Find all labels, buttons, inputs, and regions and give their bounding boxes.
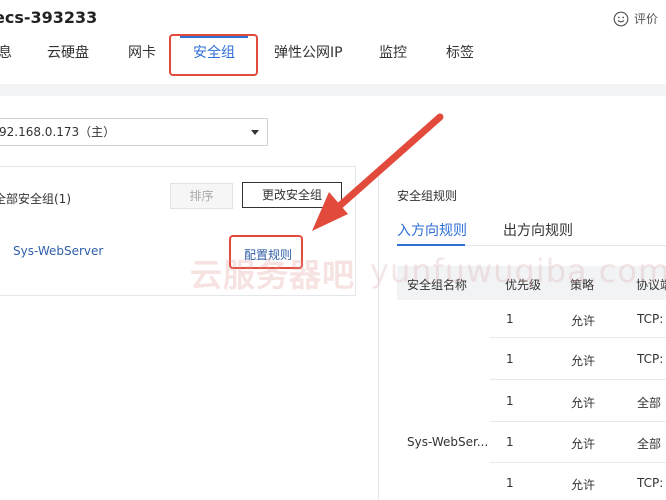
change-security-group-button[interactable]: 更改安全组: [242, 182, 342, 208]
row-priority: 1: [506, 435, 514, 449]
row-divider: [490, 421, 666, 422]
row-policy: 允许: [571, 478, 596, 492]
feedback-button[interactable]: 评价: [613, 10, 658, 27]
nic-select-value: 92.168.0.173（主）: [0, 125, 116, 139]
caret-down-icon: [251, 130, 259, 135]
row-priority: 1: [506, 312, 514, 326]
row-policy: 允许: [571, 437, 596, 451]
all-security-groups-label: 全部安全组(1): [0, 192, 71, 206]
tab-nics[interactable]: 网卡: [128, 36, 156, 72]
row-policy: 允许: [571, 354, 596, 368]
tab-tags[interactable]: 标签: [446, 36, 474, 72]
row-protocol: 全部: [637, 396, 662, 410]
panel-divider: [378, 166, 379, 500]
row-policy: 允许: [571, 396, 596, 410]
row-protocol: 全部: [637, 437, 662, 451]
feedback-label: 评价: [633, 12, 658, 26]
detail-tabs: 息 云硬盘 网卡 安全组 弹性公网IP 监控 标签: [0, 36, 666, 78]
active-rules-tab-indicator: [397, 244, 465, 246]
tab-eip[interactable]: 弹性公网IP: [274, 36, 343, 72]
row-policy: 允许: [571, 314, 596, 328]
tab-disks[interactable]: 云硬盘: [47, 36, 89, 72]
row-priority: 1: [506, 476, 514, 490]
watermark-text: 云服务器吧: [190, 256, 356, 294]
row-protocol: TCP:: [637, 476, 664, 490]
tab-inbound-rules[interactable]: 入方向规则: [397, 220, 467, 240]
page-title: ecs-393233: [0, 8, 98, 27]
sort-button[interactable]: 排序: [170, 183, 233, 209]
section-divider: [0, 84, 666, 96]
rule-group-name: Sys-WebSer...: [407, 435, 489, 449]
row-divider: [490, 462, 666, 463]
tab-basic-info[interactable]: 息: [0, 36, 12, 72]
watermark-url: yunfuwuqiba.com: [370, 252, 666, 290]
security-group-name[interactable]: Sys-WebServer: [13, 244, 103, 258]
row-priority: 1: [506, 352, 514, 366]
tab-monitoring[interactable]: 监控: [379, 36, 407, 72]
rules-title: 安全组规则: [397, 189, 458, 203]
smile-icon: [613, 11, 629, 26]
row-protocol: TCP:: [637, 352, 664, 366]
nic-select[interactable]: 92.168.0.173（主）: [0, 118, 268, 146]
row-divider: [490, 379, 666, 380]
tab-outbound-rules[interactable]: 出方向规则: [503, 220, 573, 240]
row-protocol: TCP:: [637, 312, 664, 326]
tab-highlight-box: [169, 34, 258, 76]
row-divider: [490, 337, 666, 338]
row-priority: 1: [506, 394, 514, 408]
